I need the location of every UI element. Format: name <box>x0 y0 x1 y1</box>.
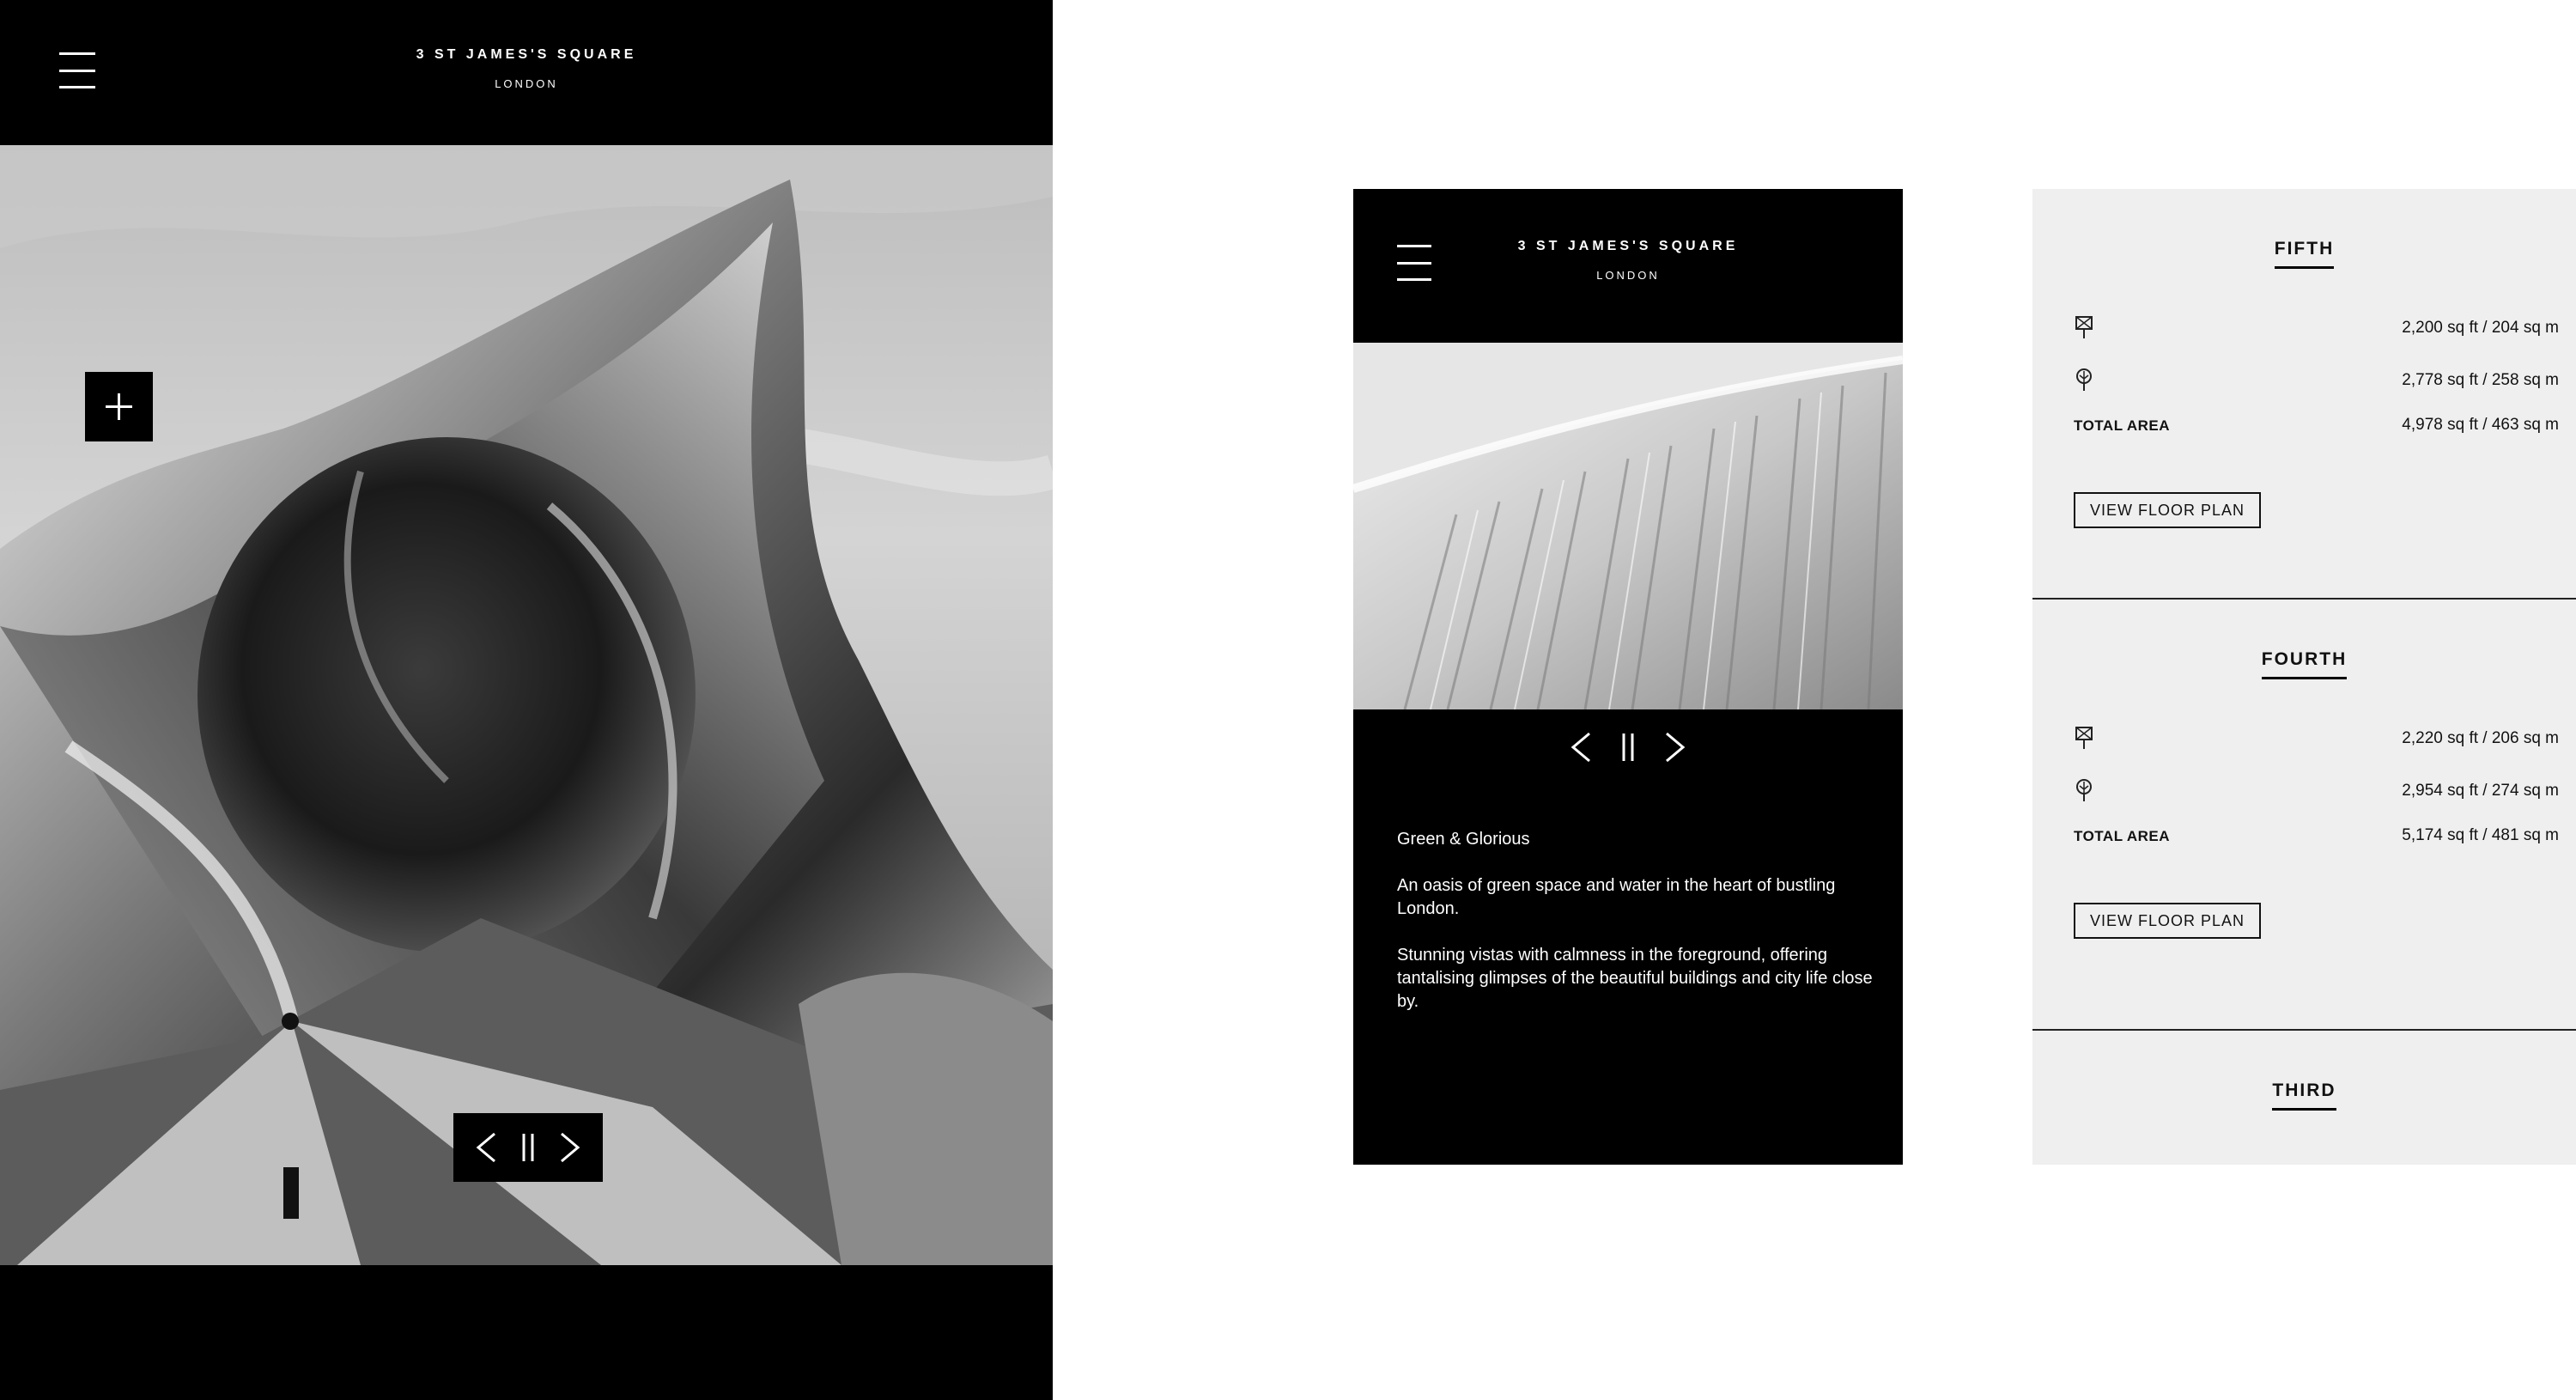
brand-title: 3 ST JAMES'S SQUARE <box>1517 239 1739 253</box>
floor-area-icon <box>2075 727 2093 749</box>
menu-icon[interactable] <box>59 52 95 88</box>
slide-paragraph: An oasis of green space and water in the… <box>1397 876 1836 918</box>
brand-subtitle: LONDON <box>1596 269 1660 282</box>
floor-title: FIFTH <box>2032 239 2576 269</box>
left-desktop-panel: 3 ST JAMES'S SQUARE LONDON <box>0 0 1053 1400</box>
terrace-area-row: 2,954 sq ft / 274 sq m <box>2074 776 2559 806</box>
view-floor-plan-button[interactable]: VIEW FLOOR PLAN <box>2074 903 2261 939</box>
total-area-value: 4,978 sq ft / 463 sq m <box>2402 416 2559 434</box>
brand-logo[interactable]: 3 ST JAMES'S SQUARE LONDON <box>1499 239 1757 282</box>
chevron-right-icon[interactable] <box>1665 732 1686 763</box>
floor-area-value: 2,220 sq ft / 206 sq m <box>2402 729 2559 747</box>
menu-icon[interactable] <box>1397 245 1431 281</box>
floor-area-value: 2,200 sq ft / 204 sq m <box>2402 319 2559 337</box>
floor-card-fifth: FIFTH 2,200 sq ft / 204 sq m 2,778 sq ft… <box>2032 189 2576 599</box>
terrace-area-icon <box>2076 368 2092 391</box>
terrace-area-value: 2,954 sq ft / 274 sq m <box>2402 782 2559 800</box>
footer-bar <box>0 1265 1053 1400</box>
terrace-area-icon <box>2076 779 2092 801</box>
view-floor-plan-button[interactable]: VIEW FLOOR PLAN <box>2074 492 2261 528</box>
floor-area-icon <box>2075 316 2093 338</box>
slideshow-controls <box>1571 721 1686 773</box>
plus-icon <box>106 393 132 420</box>
hero-image-reflective-sculpture <box>0 145 1053 1265</box>
chevron-left-icon[interactable] <box>1571 732 1591 763</box>
floor-card-third: THIRD <box>2032 1031 2576 1165</box>
total-area-value: 5,174 sq ft / 481 sq m <box>2402 826 2559 844</box>
chevron-left-icon[interactable] <box>476 1132 496 1163</box>
total-area-label: TOTAL AREA <box>2074 828 2171 844</box>
slide-heading: Green & Glorious <box>1397 830 1530 849</box>
slide-image-feathers <box>1353 343 1903 709</box>
sculpture-illustration <box>0 145 1053 1265</box>
floor-title: FOURTH <box>2032 649 2576 679</box>
slide-paragraph: Stunning vistas with calmness in the for… <box>1397 946 1873 1011</box>
chevron-right-icon[interactable] <box>560 1132 580 1163</box>
floor-area-row: 2,200 sq ft / 204 sq m <box>2074 313 2559 343</box>
site-header: 3 ST JAMES'S SQUARE LONDON <box>0 0 1053 145</box>
slide-caption: Green & Glorious An oasis of green space… <box>1397 828 1878 1037</box>
pause-icon[interactable] <box>1619 732 1637 763</box>
brand-title: 3 ST JAMES'S SQUARE <box>416 47 637 62</box>
total-area-row: TOTAL AREA 5,174 sq ft / 481 sq m <box>2074 821 2559 850</box>
floor-title: THIRD <box>2032 1080 2576 1111</box>
brand-subtitle: LONDON <box>495 77 558 90</box>
brand-logo[interactable]: 3 ST JAMES'S SQUARE LONDON <box>355 47 698 90</box>
slideshow-controls <box>453 1113 603 1182</box>
total-area-label: TOTAL AREA <box>2074 417 2171 434</box>
feather-illustration <box>1353 343 1903 709</box>
pause-icon[interactable] <box>519 1132 537 1163</box>
terrace-area-row: 2,778 sq ft / 258 sq m <box>2074 366 2559 395</box>
total-area-row: TOTAL AREA 4,978 sq ft / 463 sq m <box>2074 411 2559 440</box>
floor-card-fourth: FOURTH 2,220 sq ft / 206 sq m 2,954 sq f… <box>2032 600 2576 1029</box>
expand-plus-button[interactable] <box>85 372 153 441</box>
mobile-screen: 3 ST JAMES'S SQUARE LONDON Green & Glori… <box>1353 189 1903 1165</box>
floor-availability-panel: FIFTH 2,200 sq ft / 204 sq m 2,778 sq ft… <box>2032 189 2576 1165</box>
floor-area-row: 2,220 sq ft / 206 sq m <box>2074 724 2559 753</box>
terrace-area-value: 2,778 sq ft / 258 sq m <box>2402 371 2559 389</box>
